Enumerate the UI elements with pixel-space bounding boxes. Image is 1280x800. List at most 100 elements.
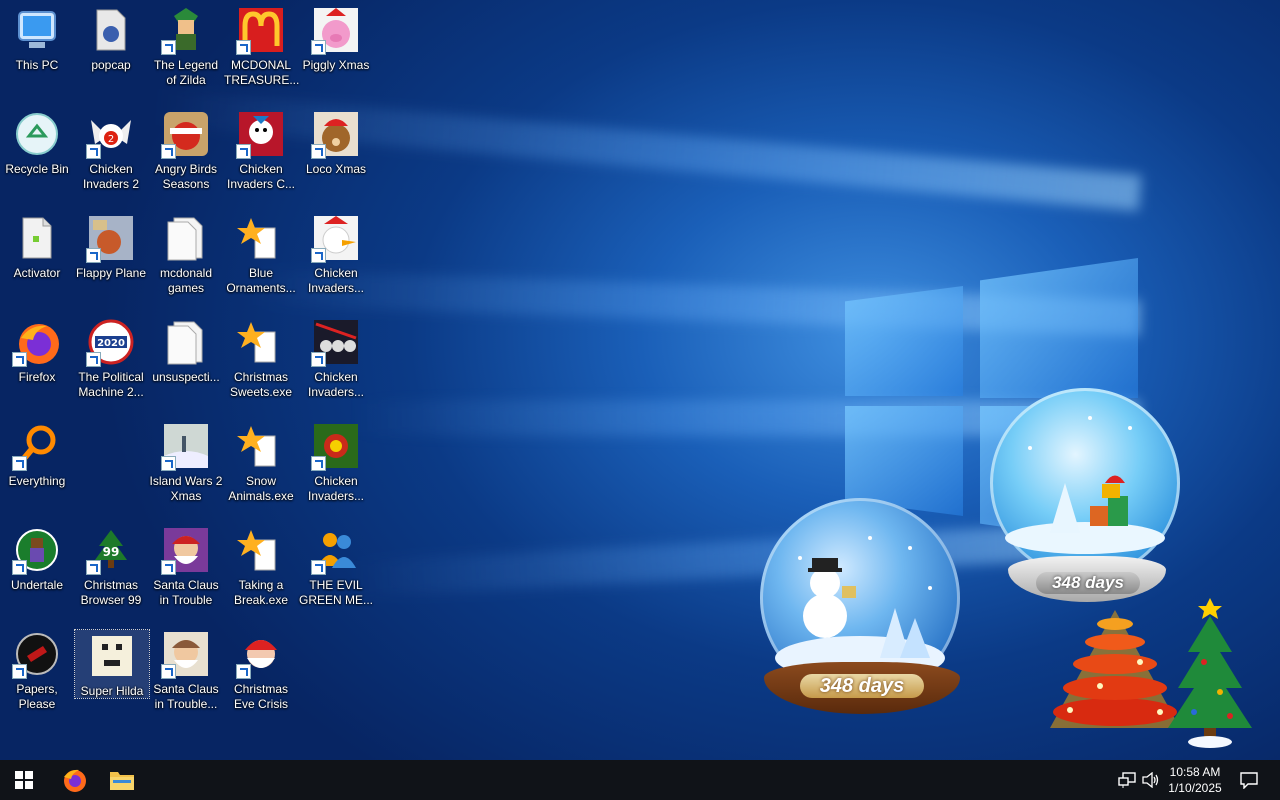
shortcut-arrow-icon [12,352,27,367]
shortcut-arrow-icon [86,144,101,159]
desktop-icon-everything[interactable]: Everything [0,416,74,516]
desktop-icon-evil-green-me[interactable]: THE EVIL GREEN ME... [299,520,373,620]
svg-text:2: 2 [108,134,114,145]
desktop-icon-taking-a-break[interactable]: Taking a Break.exe [224,520,298,620]
desktop-icon-label: Chicken Invaders C... [226,162,296,191]
desktop-icon-label: Undertale [10,578,64,592]
santa-icon [161,630,210,679]
desktop-icon-label: Blue Ornaments... [226,266,296,295]
svg-text:99: 99 [103,545,120,559]
desktop-icon-label: Angry Birds Seasons [154,162,218,191]
desktop-icon-christmas-browser-99[interactable]: 99 Christmas Browser 99 [74,520,148,620]
star-file-icon [237,422,285,470]
network-icon [1118,772,1136,788]
desktop-icon-christmas-sweets[interactable]: Christmas Sweets.exe [224,312,298,412]
shortcut-arrow-icon [236,664,251,679]
chicken-icon: 2 [86,110,135,159]
desktop-icon-label: The Political Machine 2... [78,370,144,399]
desktop-icon-angry-birds-seasons[interactable]: Angry Birds Seasons [149,104,223,204]
magnifier-icon [12,422,61,471]
desktop-icon-label: Papers, Please [16,682,58,711]
desktop-icon-this-pc[interactable]: This PC [0,0,74,100]
shortcut-arrow-icon [86,560,101,575]
desktop-icon-super-hilda[interactable]: Super Hilda [74,629,150,699]
desktop-icon-chicken-invaders-b[interactable]: Chicken Invaders... [299,312,373,412]
desktop-icon-chicken-invaders-c[interactable]: Chicken Invaders C... [224,104,298,204]
volume-icon[interactable] [1140,760,1162,800]
desktop-icon-santa-claus-in-trouble-2[interactable]: Santa Claus in Trouble... [149,624,223,724]
taskbar-file-explorer-button[interactable] [98,760,146,800]
desktop-icon-label: Santa Claus in Trouble... [153,682,219,711]
angry-birds-icon [161,110,210,159]
desktop-icon-flappy-plane[interactable]: Flappy Plane [74,208,148,308]
desktop-icon-label: Activator [13,266,61,280]
desktop-icon-mcdonal-treasure[interactable]: MCDONAL TREASURE... [224,0,300,100]
countdown-label: 348 days [800,674,924,698]
desktop-icon-loco-xmas[interactable]: Loco Xmas [299,104,373,204]
desktop-icon-label: Christmas Sweets.exe [229,370,293,399]
desktop-icon-unsuspecti[interactable]: unsuspecti... [149,312,223,412]
desktop-icon-label: Chicken Invaders 2 [82,162,140,191]
desktop-icon-island-wars-2-xmas[interactable]: Island Wars 2 Xmas [149,416,223,516]
desktop-icon-snow-animals[interactable]: Snow Animals.exe [224,416,298,516]
shortcut-arrow-icon [161,40,176,55]
folder-icon [162,214,210,262]
shortcut-arrow-icon [311,352,326,367]
desktop-icon-label: popcap [91,58,131,72]
shortcut-arrow-icon [161,664,176,679]
desktop-icon-blue-ornaments[interactable]: Blue Ornaments... [224,208,298,308]
folder-icon [110,772,134,790]
undertale-icon [12,526,61,575]
shortcut-arrow-icon [12,456,27,471]
desktop-icon-political-machine[interactable]: 2020 The Political Machine 2... [74,312,148,412]
desktop-icon-legend-of-zilda[interactable]: The Legend of Zilda [149,0,223,100]
desktop-icon-recycle-bin[interactable]: Recycle Bin [0,104,74,204]
desktop-icon-papers-please[interactable]: Papers, Please [0,624,74,724]
shortcut-arrow-icon [161,560,176,575]
christmas-tree-decoration [1160,592,1260,752]
desktop-icon-chicken-invaders-a[interactable]: Chicken Invaders... [299,208,373,308]
chicken-icon [311,214,360,263]
taskbar-firefox-button[interactable] [50,760,98,800]
zilda-icon [161,6,210,55]
folder-icon [162,318,210,366]
desktop-icon-undertale[interactable]: Undertale [0,520,74,620]
desktop-icon-label: Snow Animals.exe [228,474,294,503]
windows-logo-pane [845,286,963,396]
star-file-icon [237,318,285,366]
svg-text:2020: 2020 [97,338,125,349]
desktop-icon-piggly-xmas[interactable]: Piggly Xmas [299,0,373,100]
desktop-icon-label: Everything [8,474,66,488]
desktop-icon-label: MCDONAL TREASURE... [224,58,300,87]
windows-icon [15,771,33,789]
desktop-icon-chicken-invaders-c2[interactable]: Chicken Invaders... [299,416,373,516]
desktop-icon-christmas-eve-crisis[interactable]: Christmas Eve Crisis [224,624,298,724]
papers-please-icon [12,630,61,679]
start-button[interactable] [0,760,48,800]
countdown-label: 348 days [1036,572,1140,594]
desktop-icon-popcap[interactable]: popcap [74,0,148,100]
messenger-icon [311,526,360,575]
clock-time: 10:58 AM [1169,765,1221,779]
shortcut-arrow-icon [311,40,326,55]
firefox-icon [12,318,61,367]
recycle-bin-icon [13,110,61,158]
desktop-icon-label: Chicken Invaders... [307,266,365,295]
shortcut-arrow-icon [86,352,101,367]
desktop-icon-santa-claus-in-trouble[interactable]: Santa Claus in Trouble [149,520,223,620]
desktop-icon-label: THE EVIL GREEN ME... [299,578,374,607]
island-wars-icon [161,422,210,471]
desktop-icon-label: This PC [15,58,59,72]
desktop-icon-firefox[interactable]: Firefox [0,312,74,412]
shortcut-arrow-icon [311,560,326,575]
folder-file-icon [87,6,135,54]
shortcut-arrow-icon [161,456,176,471]
taskbar-clock[interactable]: 10:58 AM 1/10/2025 [1160,760,1230,800]
desktop-icon-label: Christmas Eve Crisis [233,682,288,711]
desktop-icon-activator[interactable]: Activator [0,208,74,308]
desktop-icon-chicken-invaders-2[interactable]: 2 Chicken Invaders 2 [74,104,148,204]
action-center-button[interactable] [1234,760,1264,800]
desktop-icon-mcdonald-games[interactable]: mcdonald games [149,208,223,308]
desktop-icon-label: Island Wars 2 Xmas [149,474,223,503]
network-icon[interactable] [1116,760,1138,800]
